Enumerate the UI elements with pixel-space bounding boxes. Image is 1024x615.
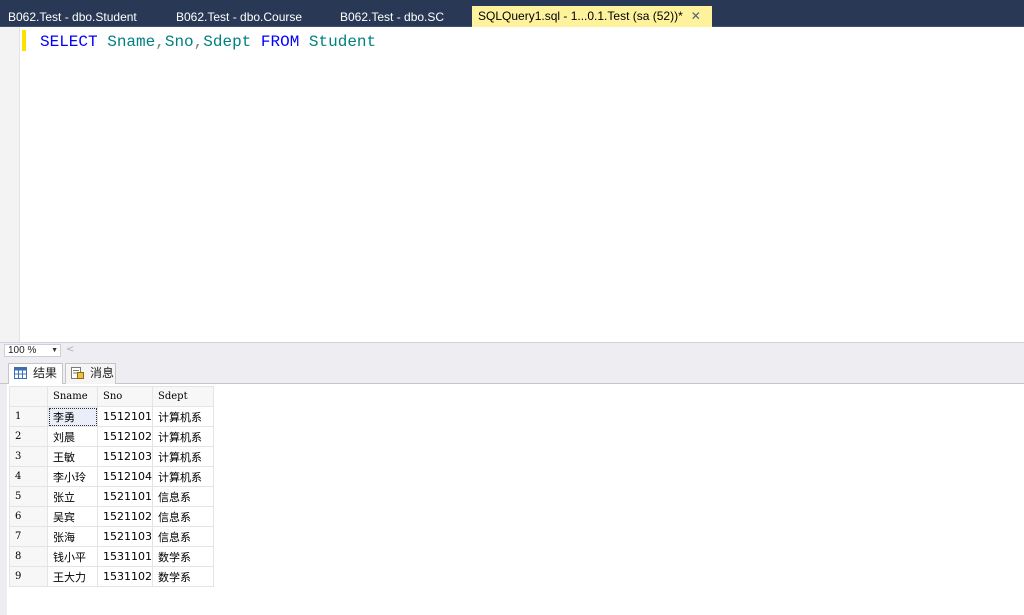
editor-gutter — [0, 27, 20, 342]
cell-sdept[interactable]: 数学系 — [152, 546, 214, 567]
zoom-value: 100 % — [8, 345, 37, 356]
cell-sname[interactable]: 张立 — [47, 486, 98, 507]
column-sdept: Sdept — [203, 33, 252, 51]
zoom-dropdown[interactable]: 100 % ▼ — [4, 344, 61, 357]
row-number[interactable]: 2 — [9, 426, 48, 447]
table-row[interactable]: 7 张海 1521103 信息系 — [9, 526, 214, 547]
table-row[interactable]: 3 王敏 1512103 计算机系 — [9, 446, 214, 467]
table-row[interactable]: 4 李小玲 1512104 计算机系 — [9, 466, 214, 487]
cell-sname[interactable]: 王大力 — [47, 566, 98, 587]
row-number[interactable]: 5 — [9, 486, 48, 507]
cell-sdept[interactable]: 计算机系 — [152, 466, 214, 487]
cell-sno[interactable]: 1521102 — [97, 506, 153, 527]
sql-editor[interactable]: SELECT Sname,Sno,Sdept FROM Student — [0, 27, 1024, 342]
cell-sname[interactable]: 钱小平 — [47, 546, 98, 567]
row-number[interactable]: 4 — [9, 466, 48, 487]
tab-results-label: 结果 — [33, 366, 58, 380]
cell-sno[interactable]: 1512103 — [97, 446, 153, 467]
table-name: Student — [308, 33, 377, 51]
table-row[interactable]: 9 王大力 1531102 数学系 — [9, 566, 214, 587]
cell-sname[interactable]: 张海 — [47, 526, 98, 547]
results-grid: Sname Sno Sdept 1 李勇 1512101 计算机系 2 刘晨 1… — [9, 386, 214, 587]
cell-sno[interactable]: 1512101 — [97, 406, 153, 427]
results-grid-area: Sname Sno Sdept 1 李勇 1512101 计算机系 2 刘晨 1… — [0, 384, 1024, 615]
tab-label: B062.Test - dbo.SC — [340, 10, 445, 24]
grid-icon — [14, 367, 27, 379]
result-tab-strip: 结果 消息 — [0, 358, 1024, 385]
tab-messages[interactable]: 消息 — [65, 363, 116, 384]
table-row[interactable]: 2 刘晨 1512102 计算机系 — [9, 426, 214, 447]
keyword-select: SELECT — [40, 33, 98, 51]
cell-sno[interactable]: 1512104 — [97, 466, 153, 487]
cell-sdept[interactable]: 信息系 — [152, 506, 214, 527]
table-row[interactable]: 5 张立 1521101 信息系 — [9, 486, 214, 507]
table-row[interactable]: 8 钱小平 1531101 数学系 — [9, 546, 214, 567]
comma: , — [155, 33, 165, 51]
cell-sno[interactable]: 1512102 — [97, 426, 153, 447]
cell-sdept[interactable]: 计算机系 — [152, 406, 214, 427]
tab-label: B062.Test - dbo.Course — [176, 10, 303, 24]
tab-course-table[interactable]: B062.Test - dbo.Course — [170, 8, 308, 27]
keyword-from: FROM — [260, 33, 300, 51]
row-number[interactable]: 8 — [9, 546, 48, 567]
cell-sno[interactable]: 1531102 — [97, 566, 153, 587]
column-sno: Sno — [164, 33, 194, 51]
tab-results[interactable]: 结果 — [8, 363, 63, 385]
grid-header-row: Sname Sno Sdept — [9, 386, 214, 407]
cell-sname[interactable]: 刘晨 — [47, 426, 98, 447]
cell-sname[interactable]: 李小玲 — [47, 466, 98, 487]
cell-sno[interactable]: 1531101 — [97, 546, 153, 567]
cell-sno[interactable]: 1521103 — [97, 526, 153, 547]
comma: , — [193, 33, 204, 51]
tab-sql-query[interactable]: SQLQuery1.sql - 1...0.1.Test (sa (52))* ✕ — [472, 6, 712, 27]
tab-sc-table[interactable]: B062.Test - dbo.SC — [334, 8, 450, 27]
cell-sname[interactable]: 吴宾 — [47, 506, 98, 527]
column-header-sname[interactable]: Sname — [47, 386, 98, 407]
cell-sname[interactable]: 王敏 — [47, 446, 98, 467]
table-row[interactable]: 6 吴宾 1521102 信息系 — [9, 506, 214, 527]
row-number[interactable]: 9 — [9, 566, 48, 587]
row-number[interactable]: 1 — [9, 406, 48, 427]
tab-label: B062.Test - dbo.Student — [8, 10, 137, 24]
row-number[interactable]: 6 — [9, 506, 48, 527]
unsaved-change-marker — [22, 30, 26, 51]
chevron-down-icon: ▼ — [51, 347, 58, 354]
zoom-bar: 100 % ▼ < — [0, 342, 1024, 358]
document-tab-strip: B062.Test - dbo.Student B062.Test - dbo.… — [0, 0, 1024, 27]
row-number[interactable]: 3 — [9, 446, 48, 467]
close-icon[interactable]: ✕ — [691, 6, 701, 27]
cell-sname[interactable]: 李勇 — [47, 406, 98, 427]
column-sname: Sname — [107, 33, 156, 51]
tab-label: SQLQuery1.sql - 1...0.1.Test (sa (52))* — [478, 9, 683, 23]
tab-messages-label: 消息 — [90, 366, 115, 380]
column-header-sdept[interactable]: Sdept — [152, 386, 214, 407]
cell-sdept[interactable]: 计算机系 — [152, 446, 214, 467]
tab-student-table[interactable]: B062.Test - dbo.Student — [2, 8, 143, 27]
grid-corner-cell[interactable] — [9, 386, 48, 407]
messages-icon — [71, 367, 84, 379]
cell-sdept[interactable]: 信息系 — [152, 486, 214, 507]
cell-sno[interactable]: 1521101 — [97, 486, 153, 507]
cell-sdept[interactable]: 信息系 — [152, 526, 214, 547]
row-number[interactable]: 7 — [9, 526, 48, 547]
code-line-1[interactable]: SELECT Sname,Sno,Sdept FROM Student — [40, 31, 376, 53]
cell-sdept[interactable]: 计算机系 — [152, 426, 214, 447]
table-row[interactable]: 1 李勇 1512101 计算机系 — [9, 406, 214, 427]
scroll-left-arrow[interactable]: < — [66, 343, 74, 357]
cell-sdept[interactable]: 数学系 — [152, 566, 214, 587]
column-header-sno[interactable]: Sno — [97, 386, 153, 407]
